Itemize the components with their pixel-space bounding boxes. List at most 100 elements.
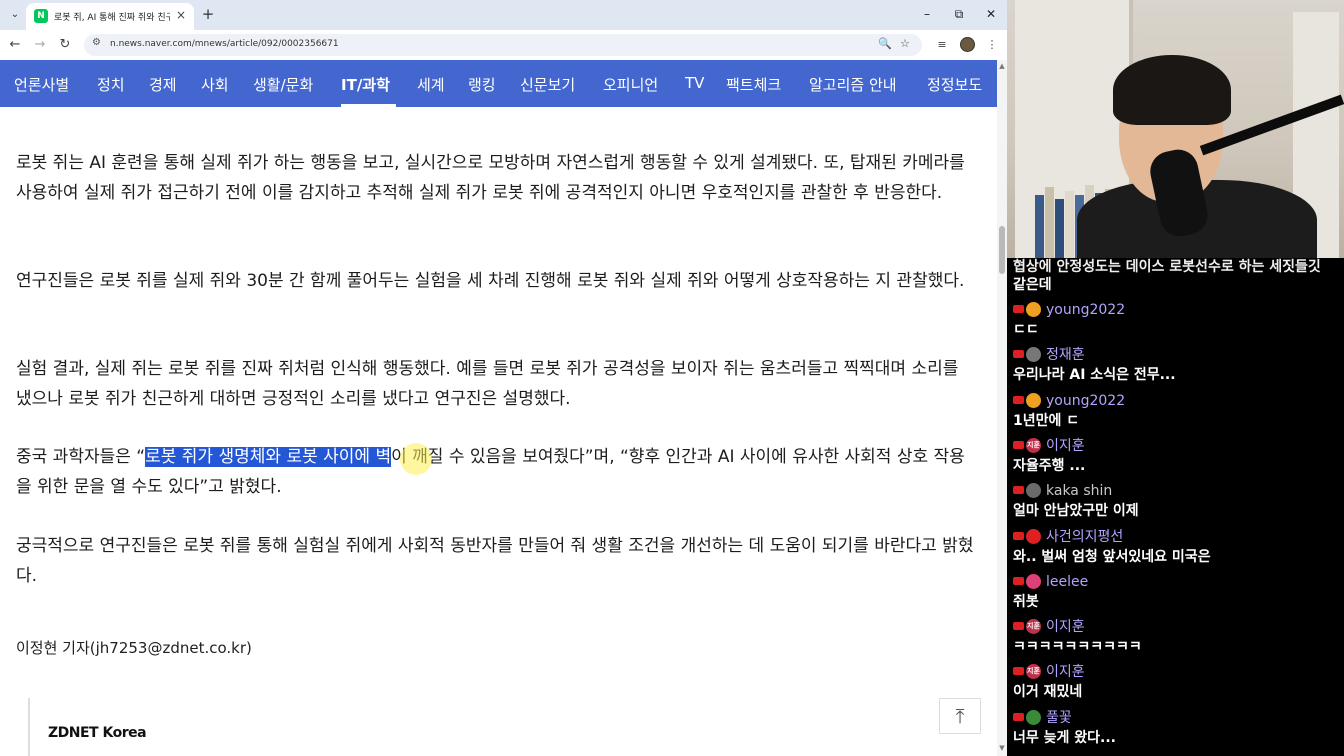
chat-message: 지훈 이지훈 ㅋㅋㅋㅋㅋㅋㅋㅋㅋㅋ [1013,618,1341,658]
chat-message-text: 협상에 안정성도는 데이스 로봇선수로 하는 세짓들깃 [1013,259,1321,275]
article-paragraph: 연구진들은 로봇 쥐를 실제 쥐와 30분 간 함께 풀어두는 실험을 세 차례… [16,271,965,291]
chat-message: 지훈 이지훈자율주행 ... [1013,437,1341,477]
zdnet-korea-logo[interactable]: ZDNET Korea [48,725,147,741]
category-item-active[interactable]: IT/과학 [341,74,390,95]
chat-message-text: 같은데 [1013,277,1052,293]
browser-tab-active[interactable]: N 로봇 쥐, AI 통해 진짜 쥐와 친구 × [26,3,194,30]
chat-message: 정재훈 우리나라 AI 소식은 전무... [1013,346,1341,386]
youtube-icon [1013,486,1024,495]
youtube-icon [1013,667,1024,676]
page-scrollbar[interactable]: ▲ ▼ [997,60,1007,756]
category-nav-bar: 언론사별 정치 경제 사회 생활/문화 IT/과학 세계 랭킹 신문보기 오피니… [0,60,997,107]
chat-author[interactable]: 이지훈 [1046,618,1085,636]
chat-author[interactable]: 이지훈 [1046,663,1085,681]
chat-message: 사건의지평선와.. 벌써 엄청 앞서있네요 미국은 [1013,528,1341,568]
youtube-icon [1013,440,1024,449]
tab-strip: ⌄ N 로봇 쥐, AI 통해 진짜 쥐와 친구 × + – ⧉ ✕ [0,0,1007,30]
profile-avatar-icon[interactable] [960,37,975,52]
category-item[interactable]: 세계 [417,74,445,95]
member-badge-icon [1026,573,1041,589]
chat-author[interactable]: young2022 [1046,301,1125,319]
chat-message-text: 와.. 벌써 엄청 앞서있네요 미국은 [1013,548,1211,565]
bookmark-star-icon[interactable]: ☆ [900,37,910,50]
article-paragraph: 궁극적으로 연구진들은 로봇 쥐를 통해 실험실 쥐에게 사회적 동반자를 만들… [16,536,974,586]
category-item[interactable]: 오피니언 [603,74,658,95]
category-item[interactable]: 경제 [149,74,177,95]
category-item[interactable]: TV [685,74,704,92]
category-item[interactable]: 생활/문화 [253,74,313,95]
member-badge-icon [1026,392,1041,408]
youtube-icon [1013,395,1024,404]
chat-author[interactable]: young2022 [1046,392,1125,410]
member-badge-icon [1026,528,1041,544]
site-info-icon[interactable]: ⚙ [92,37,101,48]
chat-message-text: ㄷㄷ [1013,322,1039,338]
chat-author[interactable]: 풀꽃 [1046,709,1072,727]
chat-message: kaka shin 얼마 안남았구만 이제 [1013,482,1341,522]
category-item[interactable]: 언론사별 [14,74,69,95]
url-text[interactable]: n.news.naver.com/mnews/article/092/00023… [110,39,339,49]
tab-search-dropdown-icon[interactable]: ⌄ [6,6,24,24]
chat-message: young2022 ㄷㄷ [1013,301,1341,341]
chat-message-text: 이거 재밌네 [1013,684,1083,701]
back-button[interactable]: ← [6,36,24,54]
maximize-button[interactable]: ⧉ [949,5,969,23]
scroll-up-arrow-icon[interactable]: ▲ [997,62,1007,70]
chat-author[interactable]: leelee [1046,573,1088,591]
chat-message: leelee 쥐봇 [1013,573,1341,613]
naver-favicon-icon: N [34,9,48,23]
address-bar[interactable]: ⚙ n.news.naver.com/mnews/article/092/000… [84,34,922,56]
minimize-button[interactable]: – [917,5,937,23]
member-badge-icon [1026,709,1041,725]
publisher-section: ZDNET Korea [28,698,328,756]
mouse-cursor-highlight [400,443,432,475]
live-chat-overlay: 협상에 안정성도는 데이스 로봇선수로 하는 세짓들깃 같은데 young202… [1007,258,1344,756]
reload-button[interactable]: ↻ [56,36,74,54]
chat-message: 풀꽃 너무 늦게 왔다... [1013,709,1341,749]
member-badge-icon: 지훈 [1026,437,1041,453]
chat-message-text: 1년만에 ㄷ [1013,412,1080,429]
member-badge-icon: 지훈 [1026,664,1041,680]
chat-message-text: 얼마 안남았구만 이제 [1013,503,1139,520]
youtube-icon [1013,712,1024,721]
category-item[interactable]: 랭킹 [468,74,496,95]
browser-menu-icon[interactable]: ⋮ [983,36,1001,54]
chat-author[interactable]: 정재훈 [1046,346,1085,364]
youtube-icon [1013,350,1024,359]
media-control-icon[interactable]: ≡ [933,36,951,54]
chat-message-text: 자율주행 ... [1013,457,1086,474]
chat-message-text: ㅋㅋㅋㅋㅋㅋㅋㅋㅋㅋ [1013,639,1142,656]
chat-author[interactable]: 사건의지평선 [1046,528,1123,546]
category-item[interactable]: 신문보기 [520,74,575,95]
streamer-webcam [1007,0,1344,265]
scroll-down-arrow-icon[interactable]: ▼ [997,744,1007,752]
article-paragraph: 로봇 쥐는 AI 훈련을 통해 실제 쥐가 하는 행동을 보고, 실시간으로 모… [16,153,965,203]
selected-text-highlight[interactable]: 로봇 쥐가 생명체와 로봇 사이에 벽 [145,447,392,467]
forward-button[interactable]: → [31,36,49,54]
category-item[interactable]: 정치 [97,74,125,95]
scrollbar-thumb[interactable] [999,226,1005,274]
chat-message: 지훈 이지훈이거 재밌네 [1013,663,1341,703]
new-tab-button[interactable]: + [198,4,218,24]
member-badge-icon [1026,302,1041,317]
close-window-button[interactable]: ✕ [981,5,1001,23]
category-item[interactable]: 사회 [201,74,229,95]
youtube-icon [1013,531,1024,540]
quote-text-before: 중국 과학자들은 “ [16,447,146,467]
member-badge-icon: 지훈 [1026,619,1041,635]
category-item[interactable]: 팩트체크 [726,74,781,95]
chat-author[interactable]: 이지훈 [1046,437,1085,455]
tab-close-icon[interactable]: × [176,8,186,22]
member-badge-icon [1026,347,1041,363]
streamer-hair [1113,55,1231,125]
youtube-icon [1013,622,1024,631]
zoom-icon[interactable]: 🔍 [878,37,892,50]
chat-author[interactable]: kaka shin [1046,482,1112,500]
category-item[interactable]: 정정보도 [927,74,982,95]
browser-window: ⌄ N 로봇 쥐, AI 통해 진짜 쥐와 친구 × + – ⧉ ✕ ← → ↻… [0,0,1007,756]
reporter-byline: 이정현 기자(jh7253@zdnet.co.kr) [16,639,252,657]
scroll-to-top-button[interactable]: ⤒ [939,698,981,734]
article-paragraph: 실험 결과, 실제 쥐는 로봇 쥐를 진짜 쥐처럼 인식해 행동했다. 예를 들… [16,359,959,409]
category-item[interactable]: 알고리즘 안내 [809,74,897,95]
chat-message-text: 쥐봇 [1013,593,1039,610]
